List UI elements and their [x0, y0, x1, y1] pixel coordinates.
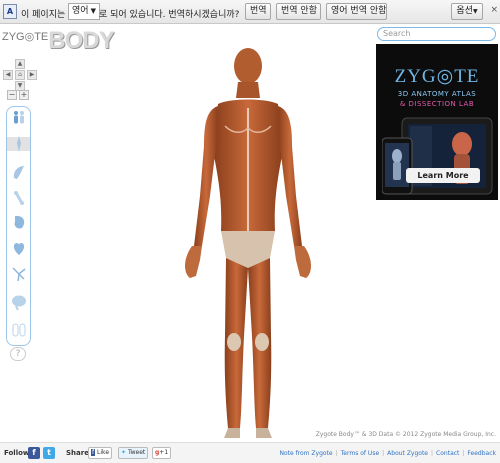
- nervous-layer-icon[interactable]: [10, 293, 28, 311]
- search-input[interactable]: Search: [377, 27, 496, 41]
- navigation-pad: ▲ ◀ ⌂ ▶ ▼: [3, 59, 37, 93]
- anatomy-model[interactable]: [178, 46, 313, 440]
- close-icon[interactable]: ×: [490, 5, 498, 15]
- translate-prompt-suffix: 로 되어 있습니다. 번역하시겠습니까?: [99, 10, 240, 20]
- chevron-down-icon: ▼: [472, 8, 478, 15]
- feedback-link[interactable]: Feedback: [467, 450, 496, 457]
- google-plus-button[interactable]: g+1: [152, 447, 172, 459]
- layer-panel: [6, 106, 31, 346]
- options-button-label: 옵션: [456, 6, 473, 16]
- zoom-out-button[interactable]: −: [7, 90, 17, 100]
- link-separator: |: [382, 450, 385, 457]
- home-icon[interactable]: ⌂: [15, 70, 25, 80]
- about-zygote-link[interactable]: About Zygote: [387, 450, 428, 457]
- translate-button[interactable]: 번역: [245, 3, 271, 20]
- never-translate-button[interactable]: 영어 번역 안함: [326, 3, 387, 20]
- twitter-icon[interactable]: t: [43, 447, 55, 459]
- copyright-text: Zygote Body™ & 3D Data © 2012 Zygote Med…: [315, 431, 496, 438]
- facebook-icon[interactable]: f: [28, 447, 40, 459]
- tablet-illustration: [382, 117, 493, 195]
- translate-bar: A 이 페이지는 영어 ▼ 로 되어 있습니다. 번역하시겠습니까? 번역 번역 …: [0, 0, 500, 24]
- tweet-button[interactable]: ✦ Tweet: [118, 447, 149, 459]
- footer-links: Note from Zygote | Terms of Use | About Zygo…: [279, 450, 496, 457]
- zoom-in-button[interactable]: +: [19, 90, 29, 100]
- share-label: Share: [66, 449, 89, 457]
- organ-layer-icon[interactable]: [10, 213, 28, 231]
- terms-of-use-link[interactable]: Terms of Use: [341, 450, 379, 457]
- plus-one-label: +1: [159, 449, 169, 456]
- learn-more-button[interactable]: Learn More: [406, 168, 480, 183]
- facebook-icon: f: [91, 449, 96, 456]
- translate-icon: A: [3, 4, 17, 19]
- ad-title-line1: 3D ANATOMY ATLAS: [397, 90, 477, 98]
- language-select-value: 영어: [72, 6, 89, 16]
- link-separator: |: [335, 450, 338, 457]
- layer-toggle-icon[interactable]: [10, 321, 28, 339]
- link-separator: |: [462, 450, 465, 457]
- zygote-app-ad[interactable]: ZYG◎TE 3D ANATOMY ATLAS & DISSECTION LAB…: [376, 44, 498, 200]
- gender-toggle-icon[interactable]: [10, 110, 28, 128]
- twitter-bird-icon: ✦: [121, 449, 127, 456]
- skin-layer-icon[interactable]: [10, 135, 28, 153]
- zygote-body-app: ZYG◎TEBODY Search ▲ ◀ ⌂ ▶ ▼ − + ? ZYG◎TE…: [0, 24, 500, 442]
- tweet-label: Tweet: [127, 449, 146, 456]
- ad-brand: ZYG◎TE: [394, 66, 480, 87]
- bone-layer-icon[interactable]: [10, 189, 28, 207]
- help-button[interactable]: ?: [10, 347, 26, 361]
- link-separator: |: [431, 450, 434, 457]
- app-logo[interactable]: ZYG◎TEBODY: [2, 27, 115, 54]
- pan-up-icon[interactable]: ▲: [15, 59, 25, 69]
- pan-left-icon[interactable]: ◀: [3, 70, 13, 80]
- muscle-layer-icon[interactable]: [10, 163, 28, 181]
- note-from-zygote-link[interactable]: Note from Zygote: [279, 450, 332, 457]
- chevron-down-icon: ▼: [90, 7, 96, 15]
- like-label: Like: [97, 449, 110, 456]
- contact-link[interactable]: Contact: [436, 450, 459, 457]
- footer: Follow f t Share f Like ✦ Tweet g+1 Note…: [0, 442, 500, 463]
- facebook-like-button[interactable]: f Like: [88, 447, 113, 459]
- vascular-layer-icon[interactable]: [10, 265, 28, 283]
- heart-layer-icon[interactable]: [10, 239, 28, 257]
- language-select[interactable]: 영어 ▼: [68, 3, 100, 20]
- no-translate-button[interactable]: 번역 안함: [276, 3, 321, 20]
- pan-right-icon[interactable]: ▶: [27, 70, 37, 80]
- options-button[interactable]: 옵션▼: [451, 3, 483, 20]
- logo-word: BODY: [48, 27, 114, 54]
- ad-title-line2: & DISSECTION LAB: [399, 100, 475, 108]
- translate-prompt-prefix: 이 페이지는: [21, 10, 66, 20]
- follow-label: Follow: [4, 449, 30, 457]
- logo-prefix: ZYG◎TE: [2, 31, 49, 43]
